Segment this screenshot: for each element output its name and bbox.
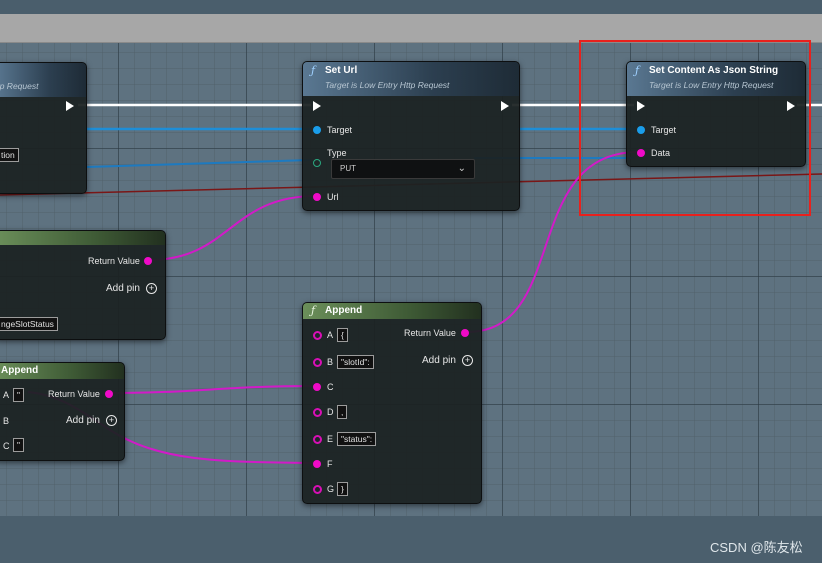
add-pin-icon[interactable]: + bbox=[462, 355, 473, 366]
pin-a-value[interactable]: " bbox=[13, 388, 25, 402]
pin-value-field[interactable]: ngeSlotStatus bbox=[0, 317, 58, 331]
type-dropdown-value: PUT bbox=[340, 164, 356, 173]
node-header: ƒ Append bbox=[303, 303, 481, 319]
url-pin[interactable] bbox=[313, 193, 321, 201]
pin-b-socket[interactable] bbox=[313, 358, 322, 367]
add-pin-icon[interactable]: + bbox=[146, 283, 157, 294]
chevron-down-icon: ⌄ bbox=[457, 163, 466, 174]
return-value-pin[interactable] bbox=[105, 390, 113, 398]
pin-c-value[interactable]: " bbox=[13, 438, 25, 452]
pin-g-socket[interactable] bbox=[313, 485, 322, 494]
pin-label-d: D bbox=[327, 407, 334, 417]
pin-label-c: C bbox=[3, 441, 10, 451]
node-left-function[interactable]: Return Value Add pin + ngeSlotStatus bbox=[0, 230, 166, 340]
pin-a-value[interactable]: { bbox=[337, 328, 348, 342]
url-wire bbox=[148, 195, 317, 261]
pin-label-b: B bbox=[3, 416, 10, 426]
node-append-left[interactable]: Append A " Return Value B Add pin + C " bbox=[0, 362, 125, 461]
pin-label-c: C bbox=[327, 382, 334, 392]
type-dropdown[interactable]: PUT ⌄ bbox=[331, 159, 475, 179]
add-pin-label[interactable]: Add pin bbox=[106, 283, 140, 294]
pin-label-return-value: Return Value bbox=[404, 328, 456, 338]
node-title: Append bbox=[325, 305, 363, 316]
node-subtitle: ttp Request bbox=[0, 81, 39, 91]
exec-out-pin[interactable] bbox=[66, 101, 74, 111]
node-header bbox=[0, 231, 165, 245]
pin-d-socket[interactable] bbox=[313, 408, 322, 417]
node-left-http-request[interactable]: ttp Request tion bbox=[0, 62, 87, 194]
pin-label-b: B bbox=[327, 357, 334, 367]
exec-out-pin[interactable] bbox=[501, 101, 509, 111]
node-set-url[interactable]: ƒ Set Url Target is Low Entry Http Reque… bbox=[302, 61, 520, 211]
pin-label-url: Url bbox=[327, 192, 339, 202]
target-pin[interactable] bbox=[313, 126, 321, 134]
selection-highlight-box bbox=[579, 40, 811, 216]
type-pin[interactable] bbox=[313, 159, 321, 167]
pin-b-value[interactable]: "slotId": bbox=[337, 355, 374, 369]
watermark: CSDN @陈友松 bbox=[710, 540, 803, 555]
add-pin-label[interactable]: Add pin bbox=[66, 415, 100, 426]
pin-label-return-value: Return Value bbox=[48, 389, 100, 399]
pin-d-value[interactable]: , bbox=[337, 405, 348, 419]
pin-e-socket[interactable] bbox=[313, 435, 322, 444]
node-header: Append bbox=[0, 363, 124, 379]
return-value-pin[interactable] bbox=[461, 329, 469, 337]
add-pin-label[interactable]: Add pin bbox=[422, 355, 456, 366]
node-title: Set Url bbox=[325, 65, 358, 76]
return-value-pin[interactable] bbox=[144, 257, 152, 265]
pin-label-g: G bbox=[327, 484, 335, 494]
pin-c-socket[interactable] bbox=[313, 383, 321, 391]
pin-label-a: A bbox=[3, 390, 10, 400]
node-header: ƒ Set Url Target is Low Entry Http Reque… bbox=[303, 62, 519, 96]
pin-e-value[interactable]: "status": bbox=[337, 432, 377, 446]
pin-label-type: Type bbox=[327, 148, 347, 158]
pin-label-e: E bbox=[327, 434, 334, 444]
pin-g-value[interactable]: } bbox=[337, 482, 348, 496]
node-subtitle: Target is Low Entry Http Request bbox=[325, 80, 450, 90]
pin-label-return-value: Return Value bbox=[88, 256, 140, 266]
node-append-main[interactable]: ƒ Append Return Value Add pin + A { B "s… bbox=[302, 302, 482, 504]
function-icon: ƒ bbox=[311, 304, 316, 317]
node-header: ttp Request bbox=[0, 63, 86, 97]
pin-label-target: Target bbox=[327, 125, 353, 135]
pin-value-field[interactable]: tion bbox=[0, 148, 19, 162]
append-c-wire bbox=[108, 385, 317, 394]
pin-label-a: A bbox=[327, 330, 334, 340]
pin-label-f: F bbox=[327, 459, 333, 469]
pin-a-socket[interactable] bbox=[313, 331, 322, 340]
node-title: Append bbox=[1, 365, 39, 376]
add-pin-icon[interactable]: + bbox=[106, 415, 117, 426]
function-icon: ƒ bbox=[311, 64, 316, 77]
pin-f-socket[interactable] bbox=[313, 460, 321, 468]
exec-in-pin[interactable] bbox=[313, 101, 321, 111]
object-wire-3 bbox=[85, 159, 312, 168]
